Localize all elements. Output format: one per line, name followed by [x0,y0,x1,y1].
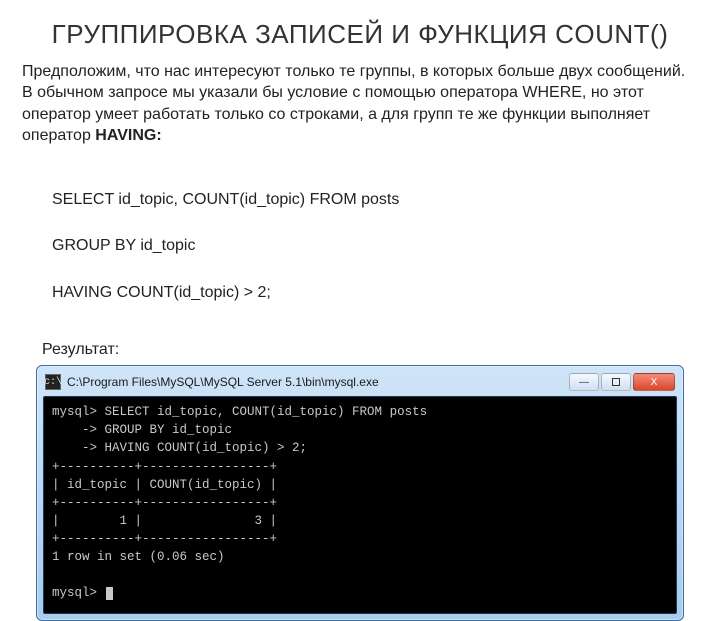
term-header-row: | id_topic | COUNT(id_topic) | [52,478,277,492]
minimize-button[interactable]: — [569,373,599,391]
term-sep-3: +----------+-----------------+ [52,532,277,546]
cursor-icon [106,587,113,600]
window-buttons: — X [569,373,675,391]
term-footer: 1 row in set (0.06 sec) [52,550,225,564]
close-button[interactable]: X [633,373,675,391]
term-sep-1: +----------+-----------------+ [52,460,277,474]
sql-line-2: GROUP BY id_topic [52,234,698,257]
result-label: Результат: [42,341,698,359]
term-cont-1: -> [52,423,97,437]
maximize-button[interactable] [601,373,631,391]
terminal-output: mysql> SELECT id_topic, COUNT(id_topic) … [43,396,677,613]
sql-line-3: HAVING COUNT(id_topic) > 2; [52,281,698,304]
term-cont-2: -> [52,441,97,455]
term-prompt-2: mysql> [52,586,97,600]
sql-line-1: SELECT id_topic, COUNT(id_topic) FROM po… [52,188,698,211]
window-titlebar: c:\ C:\Program Files\MySQL\MySQL Server … [43,372,677,396]
maximize-icon [612,378,620,386]
slide-title: ГРУППИРОВКА ЗАПИСЕЙ И ФУНКЦИЯ COUNT() [22,18,698,51]
sql-code-block: SELECT id_topic, COUNT(id_topic) FROM po… [52,165,698,327]
body-paragraph: Предположим, что нас интересуют только т… [22,61,698,147]
console-window: c:\ C:\Program Files\MySQL\MySQL Server … [36,365,684,620]
term-query-3: HAVING COUNT(id_topic) > 2; [97,441,307,455]
term-sep-2: +----------+-----------------+ [52,496,277,510]
term-data-row: | 1 | 3 | [52,514,277,528]
term-query-2: GROUP BY id_topic [97,423,232,437]
term-query-1: SELECT id_topic, COUNT(id_topic) FROM po… [97,405,427,419]
having-keyword: HAVING: [95,127,161,144]
cmd-icon: c:\ [45,374,61,390]
term-prompt-1: mysql> [52,405,97,419]
window-title-path: C:\Program Files\MySQL\MySQL Server 5.1\… [67,375,569,389]
